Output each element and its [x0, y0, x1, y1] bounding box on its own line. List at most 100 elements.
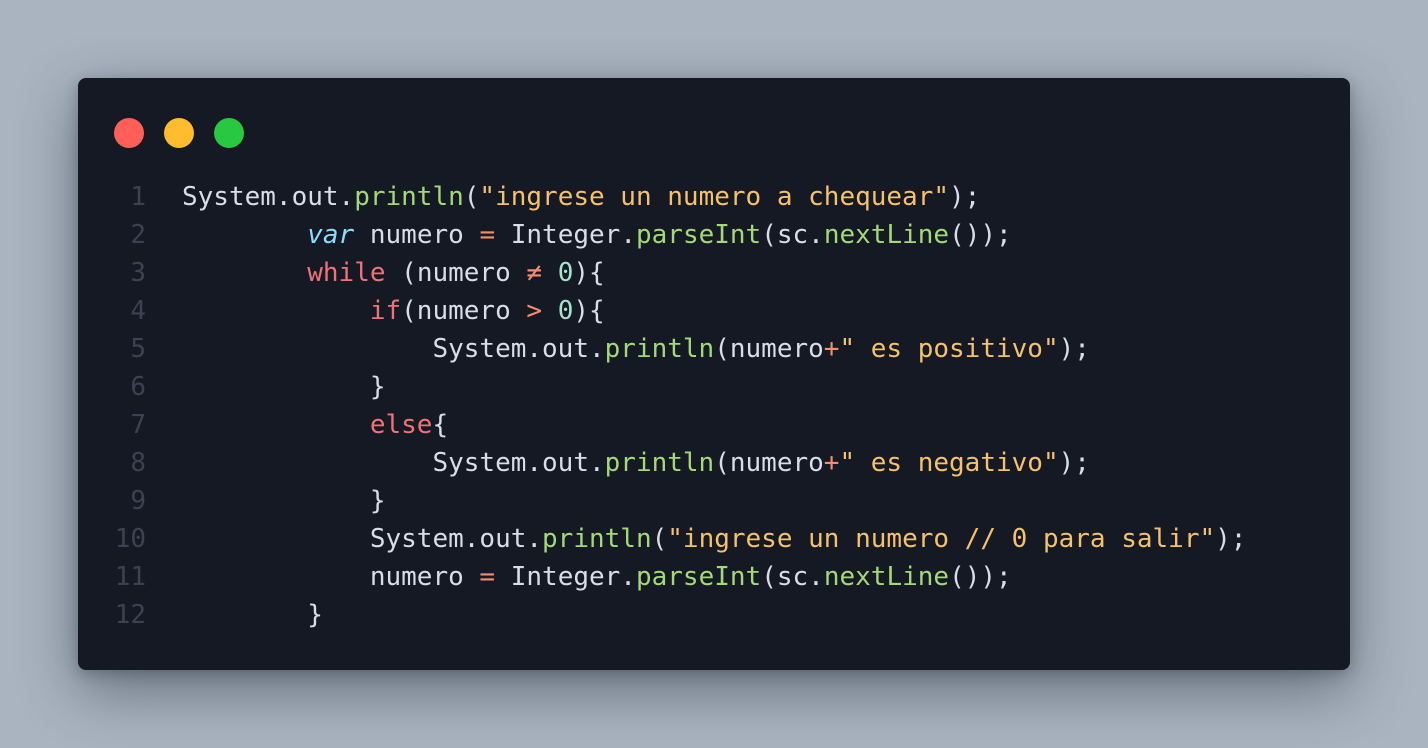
- line-number: 9: [130, 486, 146, 516]
- code-line: 2 var numero = Integer.parseInt(sc.nextL…: [78, 216, 1350, 254]
- code-content: numero = Integer.parseInt(sc.nextLine())…: [146, 558, 1012, 596]
- code-token: Integer.: [495, 562, 636, 592]
- code-token: System.out.: [182, 182, 355, 212]
- code-token: >: [526, 296, 543, 326]
- line-number: 11: [114, 562, 146, 592]
- code-token: " es positivo": [839, 334, 1059, 364]
- minimize-dot-icon[interactable]: [164, 118, 194, 148]
- line-number: 5: [130, 334, 146, 364]
- code-content: var numero = Integer.parseInt(sc.nextLin…: [146, 216, 1012, 254]
- code-token: ){: [573, 258, 605, 288]
- code-line: 3 while (numero ≠ 0){: [78, 254, 1350, 292]
- code-token: (numero: [385, 258, 527, 288]
- code-token: (sc.: [761, 562, 824, 592]
- code-token: +: [823, 448, 840, 478]
- code-content: }: [146, 482, 386, 520]
- maximize-dot-icon[interactable]: [214, 118, 244, 148]
- line-number: 12: [114, 600, 146, 630]
- code-token: );: [1058, 334, 1090, 364]
- code-token: );: [1215, 524, 1247, 554]
- code-content: if(numero > 0){: [146, 292, 605, 330]
- code-content: }: [146, 368, 386, 406]
- code-token: =: [479, 220, 496, 250]
- code-token: (numero: [714, 334, 824, 364]
- code-line: 1 System.out.println("ingrese un numero a…: [78, 178, 1350, 216]
- code-content: while (numero ≠ 0){: [146, 254, 605, 292]
- code-token: parseInt: [635, 562, 762, 592]
- code-token: numero: [182, 562, 480, 592]
- code-token: {: [432, 410, 449, 440]
- code-token: (: [651, 524, 668, 554]
- code-token: (sc.: [761, 220, 824, 250]
- close-dot-icon[interactable]: [114, 118, 144, 148]
- line-number: 6: [130, 372, 146, 402]
- code-block: 1 System.out.println("ingrese un numero a…: [78, 178, 1350, 634]
- code-token: );: [1058, 448, 1090, 478]
- code-token: if: [369, 296, 402, 326]
- code-token: ){: [573, 296, 605, 326]
- code-line: 8 System.out.println(numero+" es negativ…: [78, 444, 1350, 482]
- code-token: =: [479, 562, 496, 592]
- code-token: nextLine: [823, 562, 950, 592]
- code-token: (: [463, 182, 480, 212]
- code-token: 0: [557, 296, 574, 326]
- line-number: 4: [130, 296, 146, 326]
- code-line: 10 System.out.println("ingrese un numero…: [78, 520, 1350, 558]
- code-content: System.out.println("ingrese un numero //…: [146, 520, 1247, 558]
- code-token: println: [354, 182, 464, 212]
- window-controls: [114, 118, 244, 148]
- code-token: var: [307, 220, 355, 250]
- code-token: +: [823, 334, 840, 364]
- code-token: }: [182, 600, 323, 630]
- code-token: "ingrese un numero a chequear": [479, 182, 950, 212]
- code-content: System.out.println(numero+" es positivo"…: [146, 330, 1090, 368]
- code-token: (numero: [401, 296, 527, 326]
- code-line: 4 if(numero > 0){: [78, 292, 1350, 330]
- line-number: 2: [130, 220, 146, 250]
- code-content: }: [146, 596, 323, 634]
- code-line: 12 }: [78, 596, 1350, 634]
- code-token: }: [182, 486, 386, 516]
- code-token: numero: [354, 220, 480, 250]
- code-token: " es negativo": [839, 448, 1059, 478]
- code-token: println: [542, 524, 652, 554]
- line-number: 3: [130, 258, 146, 288]
- code-token: );: [949, 182, 981, 212]
- code-window: 1 System.out.println("ingrese un numero a…: [78, 78, 1350, 670]
- code-content: System.out.println(numero+" es negativo"…: [146, 444, 1090, 482]
- code-token: "ingrese un numero // 0 para salir": [667, 524, 1216, 554]
- code-token: System.out.: [182, 334, 605, 364]
- code-content: else{: [146, 406, 448, 444]
- code-line: 7 else{: [78, 406, 1350, 444]
- code-line: 6 }: [78, 368, 1350, 406]
- code-token: parseInt: [635, 220, 762, 250]
- code-token: System.out.: [182, 524, 543, 554]
- line-number: 10: [114, 524, 146, 554]
- code-token: while: [307, 258, 386, 288]
- line-number: 8: [130, 448, 146, 478]
- line-number: 7: [130, 410, 146, 440]
- code-line: 11 numero = Integer.parseInt(sc.nextLine…: [78, 558, 1350, 596]
- code-token: 0: [557, 258, 574, 288]
- code-token: println: [604, 448, 715, 478]
- code-token: Integer.: [495, 220, 636, 250]
- code-token: }: [182, 372, 386, 402]
- code-token: println: [604, 334, 715, 364]
- code-token: System.out.: [182, 448, 605, 478]
- code-token: ≠: [526, 258, 543, 288]
- code-token: ());: [949, 562, 1012, 592]
- code-token: ());: [949, 220, 1012, 250]
- code-token: (numero: [714, 448, 824, 478]
- code-content: System.out.println("ingrese un numero a …: [146, 178, 980, 216]
- code-line: 5 System.out.println(numero+" es positiv…: [78, 330, 1350, 368]
- code-token: else: [369, 410, 433, 440]
- line-number: 1: [130, 182, 146, 212]
- code-token: nextLine: [823, 220, 950, 250]
- code-line: 9 }: [78, 482, 1350, 520]
